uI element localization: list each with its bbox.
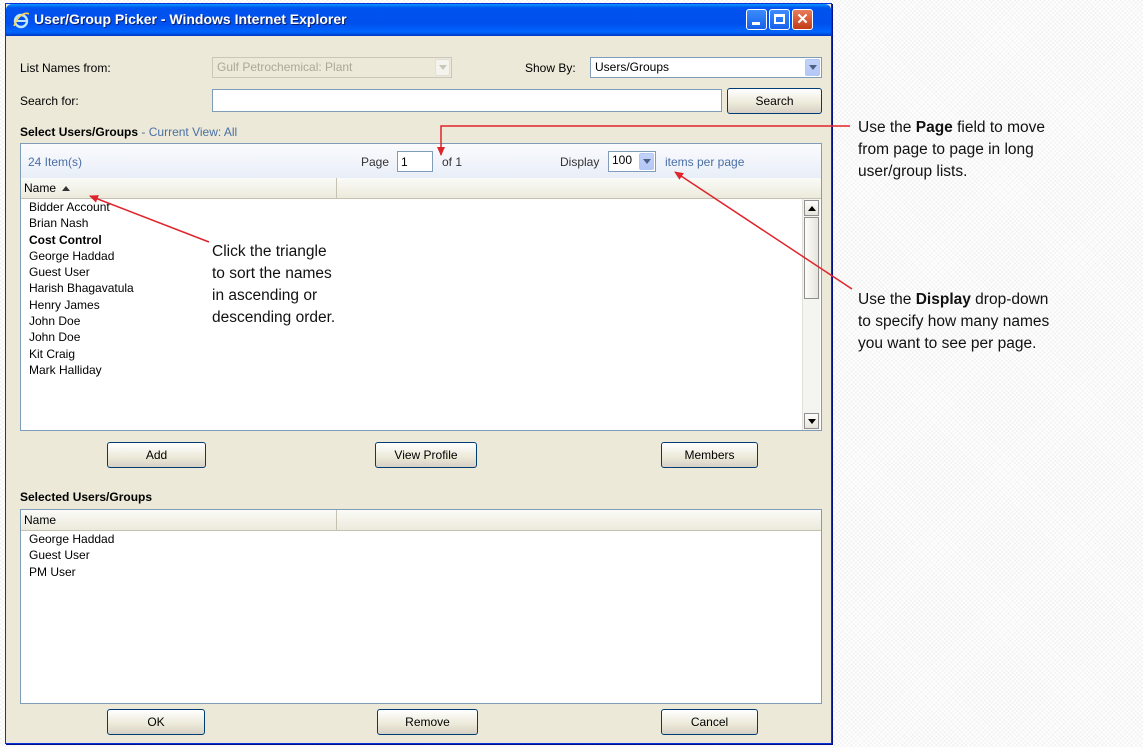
arrow-to-page-field xyxy=(437,125,850,156)
callout-arrows xyxy=(89,125,853,290)
arrow-to-sort-triangle xyxy=(89,195,210,243)
arrow-to-display-dropdown xyxy=(674,171,853,290)
